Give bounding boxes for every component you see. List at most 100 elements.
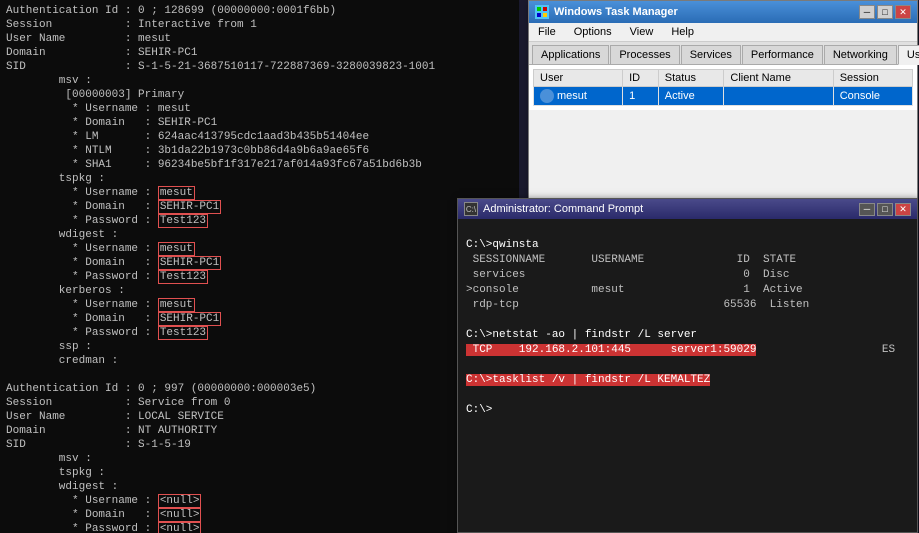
table-header-row: User ID Status Client Name Session <box>534 70 913 87</box>
cmd-netstat-result: TCP 192.168.2.101:445 server1:59029 ES <box>466 343 909 358</box>
highlight-tspkg-pass: Test123 <box>158 214 208 228</box>
term-line-11: * NTLM : 3b1da22b1973c0bb86d4a9b6a9ae65f… <box>6 144 513 158</box>
term-line-2: Session : Interactive from 1 <box>6 18 513 32</box>
highlight-tspkg-user: mesut <box>158 186 195 200</box>
term-line-20: * Password : Test123 <box>6 270 513 284</box>
highlight-null-wdigest-pass: <null> <box>158 522 202 533</box>
term-line-14: * Username : mesut <box>6 186 513 200</box>
task-manager-window: Windows Task Manager ─ □ ✕ File Options … <box>528 0 918 210</box>
users-table: User ID Status Client Name Session mesut… <box>533 69 913 106</box>
term-line-26: credman : <box>6 354 513 368</box>
task-manager-title: Windows Task Manager <box>554 6 678 18</box>
cmd-header: SESSIONNAME USERNAME ID STATE <box>466 253 909 268</box>
cmd-blank3 <box>466 358 909 373</box>
term-line-blank1 <box>6 368 513 382</box>
cmd-title: Administrator: Command Prompt <box>483 203 643 215</box>
term-line-17: wdigest : <box>6 228 513 242</box>
highlight-kerb-user: mesut <box>158 298 195 312</box>
terminal-pane: Authentication Id : 0 ; 128699 (00000000… <box>0 0 519 533</box>
menu-file[interactable]: File <box>535 25 559 39</box>
cmd-minimize-button[interactable]: ─ <box>859 203 875 216</box>
cmd-body: C:\>qwinsta SESSIONNAME USERNAME ID STAT… <box>458 219 917 532</box>
tab-applications[interactable]: Applications <box>532 45 609 64</box>
term-line-27: Authentication Id : 0 ; 997 (00000000:00… <box>6 382 513 396</box>
cmd-rdp: rdp-tcp 65536 Listen <box>466 298 909 313</box>
term-line-7: [00000003] Primary <box>6 88 513 102</box>
highlight-null-wdigest-domain: <null> <box>158 508 202 522</box>
term-line-12: * SHA1 : 96234be5bf1f317e217af014a93fc67… <box>6 158 513 172</box>
close-button[interactable]: ✕ <box>895 5 911 19</box>
term-line-16: * Password : Test123 <box>6 214 513 228</box>
term-line-9: * Domain : SEHIR-PC1 <box>6 116 513 130</box>
cmd-blank1 <box>466 223 909 238</box>
col-header-session: Session <box>833 70 912 87</box>
cmd-services: services 0 Disc <box>466 268 909 283</box>
task-manager-icon <box>535 5 549 19</box>
term-line-15: * Domain : SEHIR-PC1 <box>6 200 513 214</box>
term-line-37: * Password : <null> <box>6 522 513 533</box>
task-manager-tabs: Applications Processes Services Performa… <box>529 42 917 65</box>
term-line-8: * Username : mesut <box>6 102 513 116</box>
term-line-4: Domain : SEHIR-PC1 <box>6 46 513 60</box>
task-manager-menubar: File Options View Help <box>529 23 917 42</box>
cmd-netstat-cmd: C:\>netstat -ao | findstr /L server <box>466 328 909 343</box>
cmd-prompt: C:\> <box>466 403 909 418</box>
term-line-19: * Domain : SEHIR-PC1 <box>6 256 513 270</box>
cell-status: Active <box>658 87 724 106</box>
menu-view[interactable]: View <box>627 25 657 39</box>
tab-users[interactable]: Users <box>898 45 919 65</box>
term-line-25: ssp : <box>6 340 513 354</box>
tab-networking[interactable]: Networking <box>824 45 897 64</box>
minimize-button[interactable]: ─ <box>859 5 875 19</box>
highlight-kerb-pass: Test123 <box>158 326 208 340</box>
col-header-user: User <box>534 70 623 87</box>
cmd-window-controls[interactable]: ─ □ ✕ <box>859 203 911 216</box>
term-line-34: wdigest : <box>6 480 513 494</box>
menu-options[interactable]: Options <box>571 25 615 39</box>
user-icon <box>540 89 554 103</box>
cmd-close-button[interactable]: ✕ <box>895 203 911 216</box>
col-header-status: Status <box>658 70 724 87</box>
term-line-5: SID : S-1-5-21-3687510117-722887369-3280… <box>6 60 513 74</box>
term-line-35: * Username : <null> <box>6 494 513 508</box>
task-manager-titlebar: Windows Task Manager ─ □ ✕ <box>529 1 917 23</box>
term-line-3: User Name : mesut <box>6 32 513 46</box>
tab-services[interactable]: Services <box>681 45 741 64</box>
highlight-null-wdigest-user: <null> <box>158 494 202 508</box>
cmd-highlight-netstat: TCP 192.168.2.101:445 server1:59029 <box>466 344 756 356</box>
cmd-qwinsta: C:\>qwinsta <box>466 238 909 253</box>
cmd-highlight-tasklist: C:\>tasklist /v | findstr /L KEMALTEZ <box>466 374 710 386</box>
task-manager-content: User ID Status Client Name Session mesut… <box>529 65 917 110</box>
tm-window-controls[interactable]: ─ □ ✕ <box>859 5 911 19</box>
cmd-maximize-button[interactable]: □ <box>877 203 893 216</box>
cell-id: 1 <box>623 87 659 106</box>
term-line-22: * Username : mesut <box>6 298 513 312</box>
term-line-18: * Username : mesut <box>6 242 513 256</box>
highlight-wdigest-pass: Test123 <box>158 270 208 284</box>
table-row[interactable]: mesut 1 Active Console <box>534 87 913 106</box>
cmd-blank2 <box>466 313 909 328</box>
term-line-10: * LM : 624aac413795cdc1aad3b435b51404ee <box>6 130 513 144</box>
col-header-id: ID <box>623 70 659 87</box>
maximize-button[interactable]: □ <box>877 5 893 19</box>
cell-client-name <box>724 87 833 106</box>
term-line-13: tspkg : <box>6 172 513 186</box>
tab-processes[interactable]: Processes <box>610 45 679 64</box>
term-line-31: SID : S-1-5-19 <box>6 438 513 452</box>
term-line-24: * Password : Test123 <box>6 326 513 340</box>
cmd-titlebar-left: C:\ Administrator: Command Prompt <box>464 202 643 216</box>
cmd-window: C:\ Administrator: Command Prompt ─ □ ✕ … <box>457 198 918 533</box>
highlight-wdigest-user: mesut <box>158 242 195 256</box>
cmd-titlebar: C:\ Administrator: Command Prompt ─ □ ✕ <box>458 199 917 219</box>
term-line-23: * Domain : SEHIR-PC1 <box>6 312 513 326</box>
cell-user: mesut <box>534 87 623 106</box>
tab-performance[interactable]: Performance <box>742 45 823 64</box>
term-line-28: Session : Service from 0 <box>6 396 513 410</box>
cmd-blank4 <box>466 388 909 403</box>
cmd-icon: C:\ <box>464 202 478 216</box>
menu-help[interactable]: Help <box>668 25 697 39</box>
titlebar-left: Windows Task Manager <box>535 5 678 19</box>
term-line-29: User Name : LOCAL SERVICE <box>6 410 513 424</box>
cmd-tasklist-cmd: C:\>tasklist /v | findstr /L KEMALTEZ <box>466 373 909 388</box>
term-line-36: * Domain : <null> <box>6 508 513 522</box>
